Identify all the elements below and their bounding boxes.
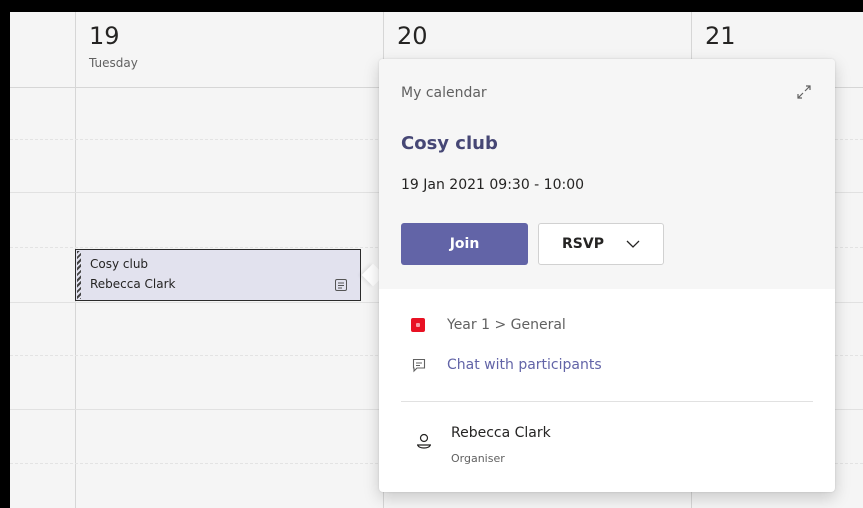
tentative-stripe xyxy=(77,251,81,299)
chat-label: Chat with participants xyxy=(447,357,602,373)
person-icon xyxy=(417,433,431,449)
channel-link[interactable]: Year 1 > General xyxy=(411,317,566,333)
meeting-details-icon xyxy=(335,279,347,291)
calendar-week-view: 19 Tuesday 20 21 Cosy club Rebecca Clark… xyxy=(10,12,863,508)
day-number: 20 xyxy=(397,22,428,50)
day-header-21[interactable]: 21 xyxy=(705,22,736,50)
day-header-19[interactable]: 19 Tuesday xyxy=(89,22,138,70)
chevron-down-icon xyxy=(626,240,640,248)
team-icon xyxy=(411,318,425,332)
chat-with-participants-link[interactable]: Chat with participants xyxy=(411,357,602,373)
event-datetime: 19 Jan 2021 09:30 - 10:00 xyxy=(401,177,585,193)
event-title: Cosy club xyxy=(90,257,149,271)
day-number: 19 xyxy=(89,22,120,50)
day-number: 21 xyxy=(705,22,736,50)
organiser-role: Organiser xyxy=(451,452,505,465)
popup-header-section: My calendar Cosy club 19 Jan 2021 09:30 … xyxy=(379,59,835,289)
event-details-popup: My calendar Cosy club 19 Jan 2021 09:30 … xyxy=(379,59,835,492)
divider xyxy=(401,401,813,402)
expand-icon[interactable] xyxy=(795,83,813,101)
event-organiser: Rebecca Clark xyxy=(90,277,176,291)
join-button[interactable]: Join xyxy=(401,223,528,265)
rsvp-button[interactable]: RSVP xyxy=(538,223,664,265)
popup-event-title: Cosy club xyxy=(401,133,498,154)
calendar-name: My calendar xyxy=(401,85,487,101)
chat-icon xyxy=(412,358,426,373)
day-header-20[interactable]: 20 xyxy=(397,22,428,50)
channel-name: Year 1 > General xyxy=(447,317,566,333)
calendar-event[interactable]: Cosy club Rebecca Clark xyxy=(75,249,361,301)
organiser-name[interactable]: Rebecca Clark xyxy=(451,425,551,441)
rsvp-label: RSVP xyxy=(562,236,604,252)
day-name: Tuesday xyxy=(89,56,138,70)
